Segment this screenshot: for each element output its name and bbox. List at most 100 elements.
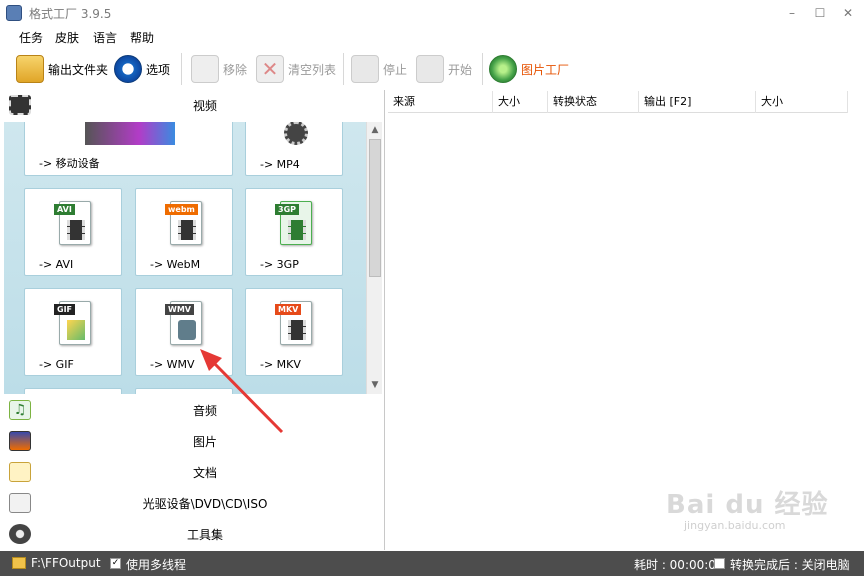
menu-skin[interactable]: 皮肤: [55, 29, 79, 46]
column-size[interactable]: 大小: [493, 91, 548, 113]
category-video[interactable]: 视频: [0, 90, 384, 120]
output-folder-label: 输出文件夹: [48, 62, 109, 77]
mobile-devices-icon: [85, 122, 175, 145]
column-source[interactable]: 来源: [388, 91, 493, 113]
options-label: 选项: [146, 62, 171, 77]
picture-factory-button[interactable]: 图片工厂: [489, 53, 569, 85]
elapsed-time: 耗时 : 00:00:00: [634, 558, 724, 572]
gear-icon: [114, 55, 142, 83]
scroll-up-icon[interactable]: ▲: [368, 123, 382, 137]
toolbar-divider: [343, 53, 344, 85]
status-bar: F:\FFOutput ✓ 使用多线程 耗时 : 00:00:00 转换完成后 …: [0, 551, 864, 576]
output-folder-button[interactable]: 输出文件夹: [16, 53, 108, 85]
gif-tag: GIF: [54, 304, 76, 315]
toolbar: 输出文件夹 选项 移除 ✕ 清空列表 停止 开始 图片工厂: [0, 47, 864, 90]
mkv-tag: MKV: [275, 304, 302, 315]
title-bar: 格式工厂 3.9.5 – ☐ ✕: [0, 0, 864, 26]
picture-factory-label: 图片工厂: [521, 62, 570, 77]
start-icon: [416, 55, 444, 83]
format-scrollbar[interactable]: ▲ ▼: [366, 122, 382, 394]
gif-file-icon: GIF: [54, 301, 91, 345]
tile-gif[interactable]: GIF -> GIF: [24, 288, 122, 376]
task-list-header: 来源 大小 转换状态 输出 [F2] 大小: [388, 91, 848, 113]
category-video-label: 视频: [192, 99, 217, 113]
tile-webm[interactable]: webm -> WebM: [135, 188, 233, 276]
minimize-button[interactable]: –: [778, 3, 806, 23]
folder-icon: [16, 55, 44, 83]
avi-file-icon: AVI: [54, 201, 91, 245]
clear-list-label: 清空列表: [288, 62, 337, 77]
tile-avi[interactable]: AVI -> AVI: [24, 188, 122, 276]
menu-language[interactable]: 语言: [93, 29, 117, 46]
scrollbar-thumb[interactable]: [369, 139, 381, 277]
stop-button[interactable]: 停止: [351, 53, 407, 85]
menu-bar: 任务 皮肤 语言 帮助: [0, 26, 864, 46]
multithread-checkbox[interactable]: ✓: [110, 558, 121, 569]
webm-tag: webm: [165, 204, 198, 215]
column-status[interactable]: 转换状态: [548, 91, 639, 113]
wmv-file-icon: WMV: [165, 301, 202, 345]
tile-mobile[interactable]: -> 移动设备: [24, 122, 233, 176]
avi-tag: AVI: [54, 204, 75, 215]
maximize-button[interactable]: ☐: [806, 3, 834, 23]
tile-avi-label: -> AVI: [39, 258, 74, 271]
3gp-file-icon: 3GP: [275, 201, 312, 245]
after-done-checkbox[interactable]: [714, 558, 725, 569]
output-path[interactable]: F:\FFOutput: [31, 556, 101, 570]
menu-help[interactable]: 帮助: [130, 29, 154, 46]
close-button[interactable]: ✕: [834, 3, 862, 23]
start-button[interactable]: 开始: [416, 53, 472, 85]
category-document[interactable]: 文档: [0, 457, 384, 487]
tile-webm-label: -> WebM: [150, 258, 201, 271]
menu-task[interactable]: 任务: [19, 29, 43, 46]
after-done-label: 转换完成后 : 关闭电脑: [730, 558, 850, 572]
category-optical[interactable]: 光驱设备\DVD\CD\ISO: [0, 488, 384, 518]
watermark-url: jingyan.baidu.com: [684, 519, 786, 532]
reel-icon: [284, 122, 308, 145]
tile-mkv[interactable]: MKV -> MKV: [245, 288, 343, 376]
task-list[interactable]: 来源 大小 转换状态 输出 [F2] 大小: [388, 90, 864, 550]
toolbar-divider: [482, 53, 483, 85]
category-panel: 视频 -> 移动设备 -> MP4 AVI -> AVI webm -> Web…: [0, 90, 385, 550]
category-picture[interactable]: 图片: [0, 426, 384, 456]
tile-mkv-label: -> MKV: [260, 358, 301, 371]
multithread-label: 使用多线程: [126, 558, 187, 572]
category-tools[interactable]: 工具集: [0, 519, 384, 549]
toolbar-divider: [181, 53, 182, 85]
wmv-tag: WMV: [165, 304, 194, 315]
options-button[interactable]: 选项: [114, 53, 170, 85]
tile-3gp[interactable]: 3GP -> 3GP: [245, 188, 343, 276]
start-label: 开始: [448, 62, 473, 77]
remove-label: 移除: [223, 62, 248, 77]
category-audio[interactable]: ♫ 音频: [0, 395, 384, 425]
folder-icon: [12, 557, 26, 569]
magnifier-icon: [489, 55, 517, 83]
tile-mobile-label: -> 移动设备: [39, 157, 100, 170]
category-tools-label: 工具集: [186, 528, 223, 542]
column-output-size[interactable]: 大小: [756, 91, 848, 113]
category-picture-label: 图片: [192, 435, 217, 449]
remove-button[interactable]: 移除: [191, 53, 247, 85]
category-audio-label: 音频: [192, 404, 217, 418]
clear-list-icon: ✕: [256, 55, 284, 83]
tile-3gp-label: -> 3GP: [260, 258, 299, 271]
stop-icon: [351, 55, 379, 83]
mkv-file-icon: MKV: [275, 301, 312, 345]
tile-partial[interactable]: [24, 388, 122, 394]
clear-list-button[interactable]: ✕ 清空列表: [256, 53, 336, 85]
column-output[interactable]: 输出 [F2]: [639, 91, 756, 113]
remove-icon: [191, 55, 219, 83]
category-document-label: 文档: [192, 466, 217, 480]
category-optical-label: 光驱设备\DVD\CD\ISO: [142, 497, 268, 511]
3gp-tag: 3GP: [275, 204, 299, 215]
scroll-down-icon[interactable]: ▼: [368, 378, 382, 392]
video-format-grid: -> 移动设备 -> MP4 AVI -> AVI webm -> WebM 3…: [4, 122, 366, 394]
webm-file-icon: webm: [165, 201, 202, 245]
tile-mp4[interactable]: -> MP4: [245, 122, 343, 176]
tile-gif-label: -> GIF: [39, 358, 74, 371]
tile-wmv[interactable]: WMV -> WMV: [135, 288, 233, 376]
tile-partial[interactable]: [135, 388, 233, 394]
watermark-logo: Bai du 经验: [666, 490, 829, 520]
stop-label: 停止: [383, 62, 408, 77]
tile-mp4-label: -> MP4: [260, 158, 300, 171]
